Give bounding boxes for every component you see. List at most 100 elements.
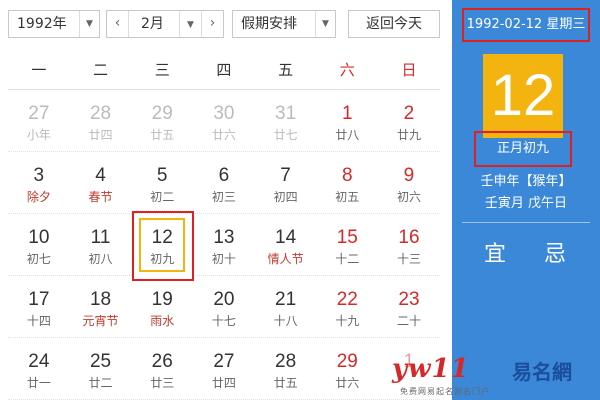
calendar-day-cell[interactable]: 26 廿三	[131, 338, 193, 400]
calendar-day-cell[interactable]: 22 十九	[316, 276, 378, 338]
calendar-day-cell[interactable]: 29 廿六	[316, 338, 378, 400]
calendar-week-row: 10 初七 11 初八 12 初九 13 初十 14 情人节 15 十二 16 十三	[8, 211, 440, 281]
calendar-day-cell[interactable]: 20 十七	[193, 276, 255, 338]
festival-label: 情人节	[267, 252, 304, 266]
year-select[interactable]: 1992年 ▼	[8, 10, 100, 38]
calendar-day-cell[interactable]: 1 廿八	[316, 90, 378, 152]
lunar-day-label: 小年	[26, 128, 51, 142]
lunar-day-label: 廿八	[335, 128, 360, 142]
calendar-day-cell[interactable]: 10 初七	[8, 214, 70, 276]
weekday-wed: 三	[154, 61, 170, 79]
calendar-day-cell[interactable]: 29 廿五	[131, 90, 193, 152]
lunar-day-label: 初四	[273, 190, 298, 204]
lunar-day-label: 十三	[396, 252, 421, 266]
weekday-fri: 五	[278, 61, 294, 79]
calendar-day-cell[interactable]: 23 二十	[378, 276, 440, 338]
lunar-day-label: 初二	[150, 190, 175, 204]
calendar-day-cell[interactable]: 3 除夕	[8, 152, 70, 214]
lunar-day-label: 廿一	[26, 376, 51, 390]
lunar-day-label: 十八	[273, 314, 298, 328]
calendar-grid: 一 二 三 四 五 六 日 27 小年 28 廿四 29 廿五 30 廿六 31 廿七 1 廿八 2 廿九…	[8, 50, 440, 400]
weekday-thu: 四	[216, 61, 232, 79]
month-select-value[interactable]: 2月	[141, 11, 164, 37]
year-select-value: 1992年	[17, 16, 67, 32]
calendar-week-row: 24 廿一 25 廿二 26 廿三 27 廿四 28 廿五 29 廿六 1	[8, 338, 440, 400]
calendar-day-cell[interactable]: 31 廿七	[255, 90, 317, 152]
calendar-day-cell[interactable]: 11 初八	[70, 214, 132, 276]
day-number: 6	[218, 165, 230, 186]
lunar-day-label: 廿四	[88, 128, 113, 142]
calendar-day-cell[interactable]: 14 情人节	[255, 214, 317, 276]
calendar-day-cell[interactable]: 18 元宵节	[70, 276, 132, 338]
back-to-today-label: 返回今天	[366, 16, 422, 32]
calendar-day-cell[interactable]: 30 廿六	[193, 90, 255, 152]
calendar-day-selected[interactable]: 12 初九	[131, 211, 195, 281]
calendar-day-cell[interactable]: 16 十三	[378, 214, 440, 276]
watermark-logo-latin: yw11	[392, 354, 470, 384]
calendar-day-cell[interactable]: 4 春节	[70, 152, 132, 214]
calendar-day-cell[interactable]: 17 十四	[8, 276, 70, 338]
calendar-week-row: 3 除夕 4 春节 5 初二 6 初三 7 初四 8 初五 9 初六	[8, 152, 440, 214]
ji-label[interactable]: 忌	[544, 236, 566, 268]
lunar-day-label: 廿六	[335, 376, 360, 390]
calendar-day-cell[interactable]: 7 初四	[255, 152, 317, 214]
day-number: 9	[403, 165, 415, 186]
selected-lunar-date: 正月初九	[474, 131, 572, 167]
prev-month-button[interactable]: ‹	[107, 11, 129, 37]
day-number: 29	[336, 351, 358, 372]
day-number: 4	[95, 165, 106, 186]
lunar-day-label: 十四	[26, 314, 51, 328]
day-number: 14	[275, 227, 297, 248]
lunar-day-label: 廿六	[211, 128, 236, 142]
lunar-day-label: 廿七	[273, 128, 298, 142]
day-number: 27	[213, 351, 235, 372]
calendar-day-cell[interactable]: 13 初十	[193, 214, 255, 276]
calendar-weeks: 27 小年 28 廿四 29 廿五 30 廿六 31 廿七 1 廿八 2 廿九 3 除夕 4 春节 5 初二 6 初三 7 初…	[8, 90, 440, 400]
day-number: 8	[341, 165, 353, 186]
weekday-sun: 日	[401, 61, 417, 79]
weekday-sat: 六	[339, 61, 355, 79]
day-number: 2	[403, 103, 415, 124]
holiday-select[interactable]: 假期安排 ▼	[232, 10, 336, 38]
day-detail-panel: 1992-02-12 星期三 12 正月初九 壬申年【猴年】 壬寅月 戊午日 宜…	[452, 0, 600, 400]
holiday-select-value: 假期安排	[241, 16, 297, 32]
lunar-day-label: 廿五	[150, 128, 175, 142]
calendar-day-cell[interactable]: 24 廿一	[8, 338, 70, 400]
selected-full-date: 1992-02-12 星期三	[462, 8, 590, 42]
day-number: 23	[398, 289, 420, 310]
calendar-day-cell[interactable]: 9 初六	[378, 152, 440, 214]
lunar-day-label: 二十	[396, 314, 421, 328]
calendar-day-cell[interactable]: 8 初五	[316, 152, 378, 214]
lunar-day-label: 十七	[211, 314, 236, 328]
calendar-day-cell[interactable]: 21 十八	[255, 276, 317, 338]
day-number: 7	[280, 165, 291, 186]
calendar-day-cell[interactable]: 27 小年	[8, 90, 70, 152]
day-number: 28	[89, 103, 112, 124]
day-number: 25	[89, 351, 112, 372]
next-month-button[interactable]: ›	[201, 11, 223, 37]
calendar-day-cell[interactable]: 15 十二	[316, 214, 378, 276]
selected-day-number: 12	[483, 54, 563, 138]
ganzhi-month-day: 壬寅月 戊午日	[484, 196, 568, 211]
back-to-today-button[interactable]: 返回今天	[348, 10, 440, 38]
month-dropdown-arrow[interactable]: ▼	[179, 11, 201, 37]
calendar-day-cell[interactable]: 25 廿二	[70, 338, 132, 400]
yi-label[interactable]: 宜	[484, 236, 506, 268]
calendar-day-cell[interactable]: 2 廿九	[378, 90, 440, 152]
calendar-day-cell[interactable]: 19 雨水	[131, 276, 193, 338]
ganzhi-year: 壬申年【猴年】	[480, 174, 572, 189]
day-number: 18	[89, 289, 112, 310]
chevron-down-icon: ▼	[315, 11, 335, 37]
calendar-day-cell[interactable]: 6 初三	[193, 152, 255, 214]
lunar-day-label: 初五	[335, 190, 360, 204]
calendar-day-cell[interactable]: 28 廿五	[255, 338, 317, 400]
chevron-left-icon: ‹	[114, 15, 121, 31]
calendar-day-cell[interactable]: 5 初二	[131, 152, 193, 214]
day-number: 11	[90, 227, 111, 248]
calendar-day-cell[interactable]: 27 廿四	[193, 338, 255, 400]
lunar-day-label: 廿五	[273, 376, 298, 390]
festival-label: 元宵节	[82, 314, 119, 328]
calendar-day-cell[interactable]: 28 廿四	[70, 90, 132, 152]
lunar-day-label: 初十	[211, 252, 236, 266]
day-number: 5	[156, 165, 168, 186]
